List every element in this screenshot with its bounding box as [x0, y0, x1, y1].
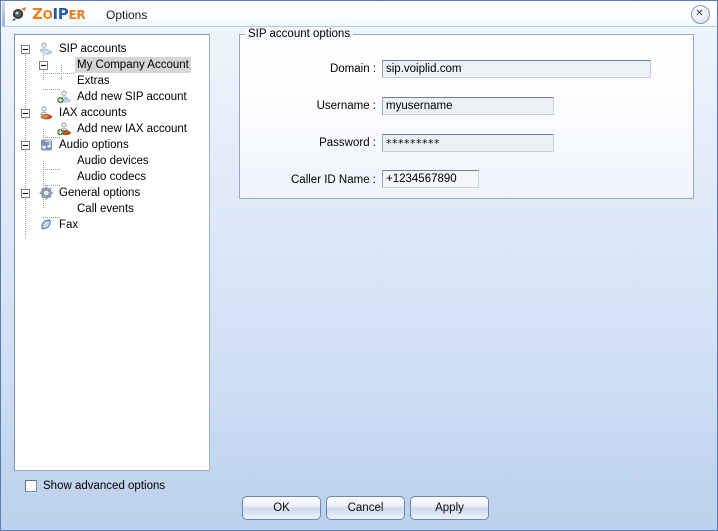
- tree-label: Fax: [59, 219, 79, 231]
- logo-er: ER: [68, 8, 86, 22]
- tree-label: Audio devices: [77, 155, 149, 167]
- add-iax-account-icon: [57, 122, 72, 136]
- tree-label: My Company Account: [75, 57, 191, 73]
- tree-toggle-general-options[interactable]: [21, 189, 30, 198]
- zoiper-headset-icon: [11, 6, 27, 22]
- checkbox-box[interactable]: [25, 480, 37, 492]
- tree-label: SIP accounts: [59, 43, 127, 55]
- tree-label: Add new SIP account: [77, 91, 187, 103]
- tree-connector: [43, 169, 61, 170]
- options-window: ZOIPER Options ✕ SIP accounts My Company…: [0, 0, 718, 531]
- username-input[interactable]: [382, 97, 554, 115]
- close-button[interactable]: ✕: [691, 5, 710, 24]
- checkbox-label: Show advanced options: [43, 480, 166, 492]
- gear-icon: [39, 186, 54, 200]
- domain-input[interactable]: [382, 60, 651, 78]
- zoiper-logo: ZOIPER: [32, 5, 86, 24]
- logo-ip: IP: [52, 5, 69, 23]
- tree-toggle-iax-accounts[interactable]: [21, 109, 30, 118]
- title-bar-left-edge: [2, 2, 5, 26]
- tree-label: General options: [59, 187, 141, 199]
- music-note-icon: [39, 138, 54, 152]
- title-bar: ZOIPER Options ✕: [2, 2, 716, 27]
- logo-z: Z: [32, 5, 43, 23]
- apply-button[interactable]: Apply: [410, 496, 489, 520]
- ok-button[interactable]: OK: [242, 496, 321, 520]
- tree-label: Call events: [77, 203, 134, 215]
- caller-id-name-input[interactable]: [382, 170, 479, 188]
- tree-toggle-audio-options[interactable]: [21, 141, 30, 150]
- tree-toggle-sip-accounts[interactable]: [21, 45, 30, 54]
- add-sip-account-icon: [57, 90, 72, 104]
- tree-label: Audio options: [59, 139, 129, 151]
- sip-accounts-icon: [39, 42, 54, 56]
- username-label: Username :: [316, 100, 376, 112]
- tree-label: IAX accounts: [59, 107, 127, 119]
- password-input[interactable]: [382, 134, 554, 152]
- fax-icon: [39, 218, 54, 232]
- tree-toggle-my-company-account[interactable]: [39, 61, 48, 70]
- iax-accounts-icon: [39, 106, 54, 120]
- cancel-button[interactable]: Cancel: [326, 496, 405, 520]
- tree-label: Audio codecs: [77, 171, 147, 183]
- caller-id-name-label: Caller ID Name :: [291, 174, 376, 186]
- logo-o: O: [42, 8, 53, 22]
- options-tree-panel[interactable]: SIP accounts My Company Account Extras A: [14, 34, 210, 471]
- tree-label: Add new IAX account: [77, 123, 187, 135]
- tree-label: Extras: [77, 75, 110, 87]
- group-title: SIP account options: [245, 28, 354, 40]
- domain-label: Domain :: [329, 63, 376, 75]
- window-title: Options: [106, 8, 148, 22]
- tree-connector: [61, 73, 75, 74]
- tree-connector: [43, 73, 61, 74]
- close-icon: ✕: [695, 8, 704, 19]
- password-label: Password :: [319, 137, 376, 149]
